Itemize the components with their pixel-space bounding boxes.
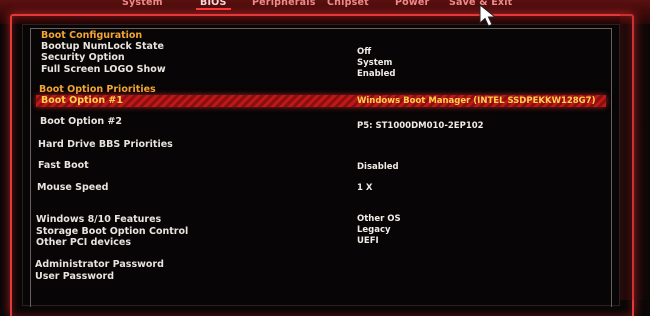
boot-option-1-label[interactable]: Boot Option #1 xyxy=(41,95,123,106)
tab-chipset[interactable]: Chipset xyxy=(327,0,369,12)
boot-option-1-value[interactable]: Windows Boot Manager (INTEL SSDPEKKW128G… xyxy=(357,96,595,107)
tab-bios[interactable]: BIOS xyxy=(196,0,230,12)
mouse-speed-value[interactable]: 1 X xyxy=(357,183,372,194)
user-password-label[interactable]: User Password xyxy=(35,271,114,282)
other-pci-devices-label[interactable]: Other PCI devices xyxy=(36,237,131,248)
fast-boot-value[interactable]: Disabled xyxy=(357,162,399,173)
full-screen-logo-label[interactable]: Full Screen LOGO Show xyxy=(41,64,166,75)
windows-features-label[interactable]: Windows 8/10 Features xyxy=(36,214,161,225)
boot-option-2-value[interactable]: P5: ST1000DM010-2EP102 xyxy=(357,121,484,132)
section-boot-option-priorities: Boot Option Priorities xyxy=(39,84,156,95)
storage-boot-control-value[interactable]: Legacy xyxy=(357,225,391,236)
full-screen-logo-value[interactable]: Enabled xyxy=(357,69,395,80)
hard-drive-bbs-label[interactable]: Hard Drive BBS Priorities xyxy=(38,139,173,150)
fast-boot-label[interactable]: Fast Boot xyxy=(38,160,89,171)
mouse-speed-label[interactable]: Mouse Speed xyxy=(37,182,108,193)
security-option-label[interactable]: Security Option xyxy=(41,52,125,63)
boot-option-2-label[interactable]: Boot Option #2 xyxy=(40,116,122,127)
bootup-numlock-label[interactable]: Bootup NumLock State xyxy=(41,41,164,52)
section-boot-configuration: Boot Configuration xyxy=(41,30,143,41)
tab-system[interactable]: System xyxy=(122,0,163,12)
security-option-value[interactable]: System xyxy=(357,58,392,69)
tab-peripherals[interactable]: Peripherals xyxy=(252,0,316,12)
mouse-pointer-icon xyxy=(479,4,497,27)
storage-boot-control-label[interactable]: Storage Boot Option Control xyxy=(36,226,188,237)
windows-features-value[interactable]: Other OS xyxy=(357,214,401,225)
other-pci-devices-value[interactable]: UEFI xyxy=(357,236,379,247)
administrator-password-label[interactable]: Administrator Password xyxy=(35,259,164,270)
bootup-numlock-value[interactable]: Off xyxy=(357,47,371,58)
tab-bar: System BIOS Peripherals Chipset Power Sa… xyxy=(0,0,650,14)
tab-power[interactable]: Power xyxy=(395,0,429,12)
edge-glow xyxy=(620,10,650,300)
